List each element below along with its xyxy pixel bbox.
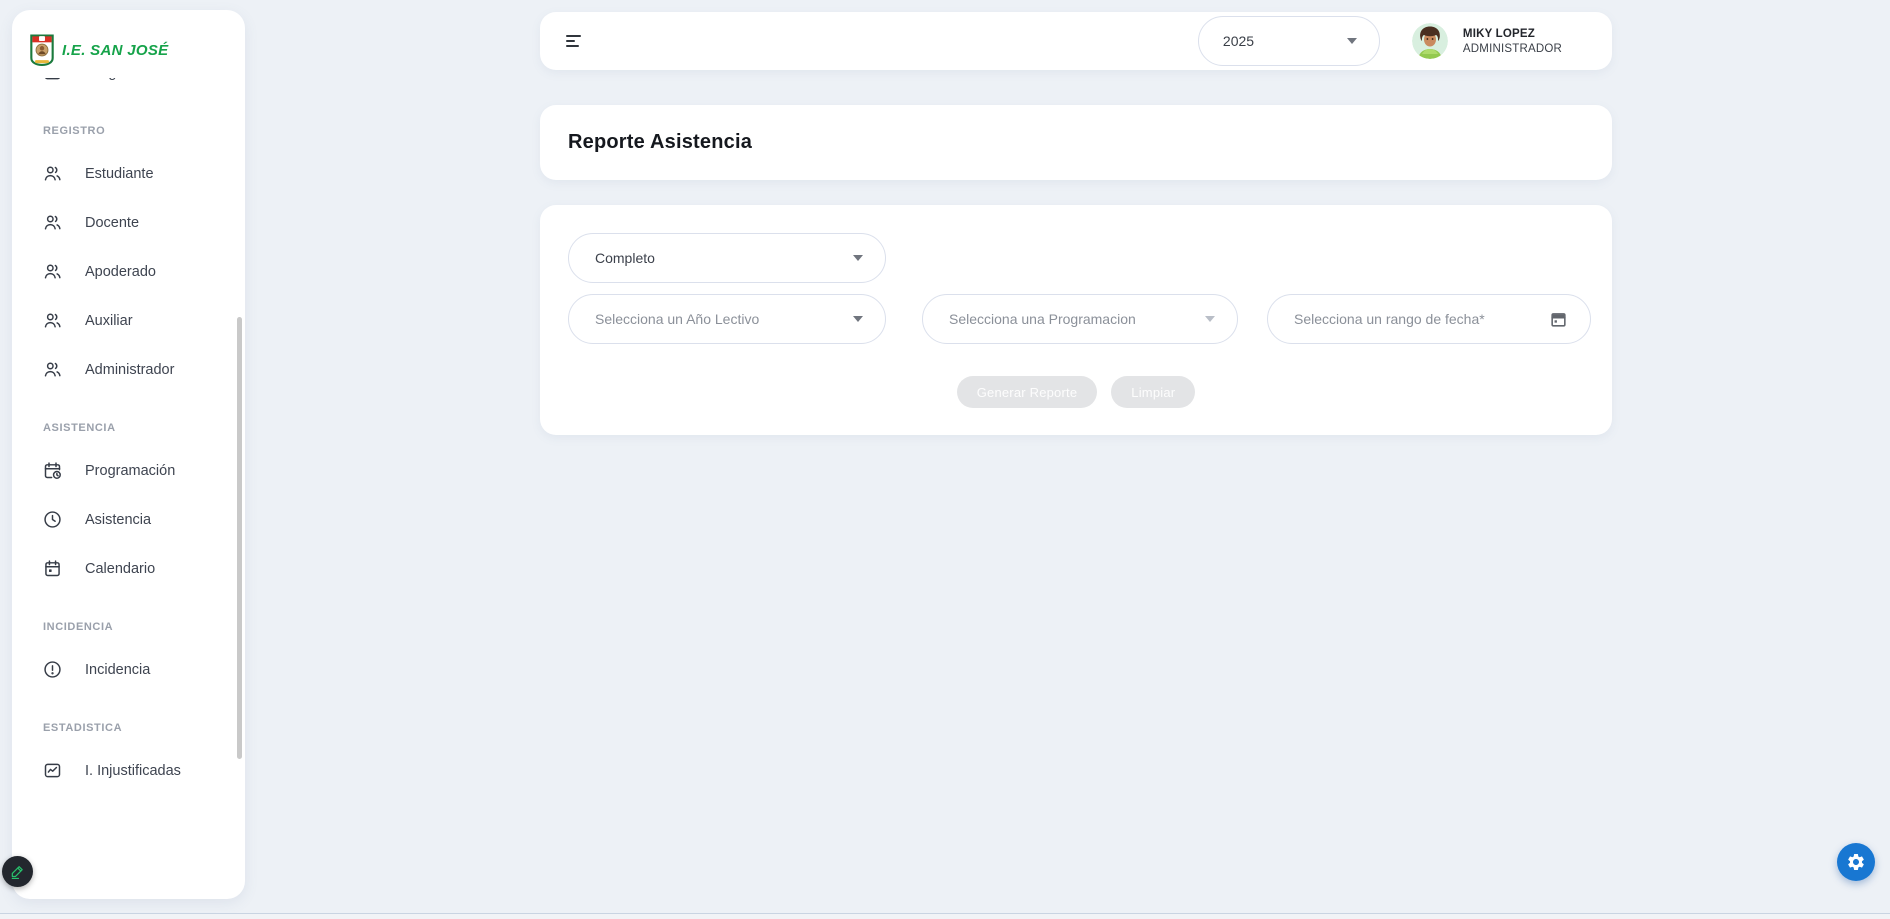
programacion-select[interactable]: Selecciona una Programacion <box>922 294 1238 344</box>
settings-fab-button[interactable] <box>1837 843 1875 881</box>
sidebar-item-auxiliar[interactable]: Auxiliar <box>12 296 245 345</box>
sidebar-item-label: Estudiante <box>85 166 154 182</box>
people-icon <box>42 261 63 282</box>
sidebar: I.E. SAN JOSÉ Cargo REGISTRO Estudiante <box>12 10 245 899</box>
year-lectivo-placeholder: Selecciona un Año Lectivo <box>595 311 759 327</box>
gear-icon <box>1846 852 1866 872</box>
sidebar-item-label: Programación <box>85 463 175 479</box>
avatar <box>1412 23 1448 59</box>
year-select[interactable]: 2025 <box>1198 16 1380 66</box>
date-range-placeholder: Selecciona un rango de fecha* <box>1294 311 1485 327</box>
section-header-estadistica: ESTADISTICA <box>12 722 245 734</box>
school-crest-icon <box>30 34 54 66</box>
year-lectivo-select[interactable]: Selecciona un Año Lectivo <box>568 294 886 344</box>
chevron-down-icon <box>1347 38 1357 44</box>
date-range-input[interactable]: Selecciona un rango de fecha* <box>1267 294 1591 344</box>
sidebar-item-administrador[interactable]: Administrador <box>12 345 245 394</box>
sidebar-item-label: I. Injustificadas <box>85 763 181 779</box>
user-name: MIKY LOPEZ <box>1463 28 1562 40</box>
top-bar: 2025 MIKY LOPEZ ADMINISTRADOR <box>540 12 1612 70</box>
sidebar-item-label: Apoderado <box>85 264 156 280</box>
sidebar-item-cargo[interactable]: Cargo <box>12 78 245 97</box>
sidebar-item-docente[interactable]: Docente <box>12 198 245 247</box>
report-type-select[interactable]: Completo <box>568 233 886 283</box>
calendar-icon[interactable] <box>1549 310 1568 329</box>
report-filter-card: Completo Selecciona un Año Lectivo Selec… <box>540 205 1612 435</box>
people-icon <box>42 310 63 331</box>
alert-circle-icon <box>42 659 63 680</box>
sidebar-item-estudiante[interactable]: Estudiante <box>12 149 245 198</box>
brand-name: I.E. SAN JOSÉ <box>62 42 168 59</box>
people-icon <box>42 163 63 184</box>
menu-toggle-button[interactable] <box>566 35 582 47</box>
pencil-icon <box>9 863 26 880</box>
clock-icon <box>42 509 63 530</box>
brand-logo[interactable]: I.E. SAN JOSÉ <box>12 10 245 72</box>
calendar-icon <box>42 558 63 579</box>
page-title-card: Reporte Asistencia <box>540 105 1612 180</box>
sidebar-item-incidencia[interactable]: Incidencia <box>12 645 245 694</box>
sidebar-item-label: Cargo <box>85 78 125 81</box>
programacion-placeholder: Selecciona una Programacion <box>949 311 1136 327</box>
people-icon <box>42 359 63 380</box>
sidebar-item-label: Auxiliar <box>85 313 133 329</box>
sidebar-item-programacion[interactable]: Programación <box>12 446 245 495</box>
chart-wave-icon <box>42 760 63 781</box>
page-title: Reporte Asistencia <box>568 131 752 154</box>
calendar-clock-icon <box>42 460 63 481</box>
people-icon <box>42 212 63 233</box>
chevron-down-icon <box>853 316 863 322</box>
user-role: ADMINISTRADOR <box>1463 43 1562 55</box>
user-menu[interactable]: MIKY LOPEZ ADMINISTRADOR <box>1412 23 1562 59</box>
chevron-down-icon <box>853 255 863 261</box>
horizontal-scrollbar[interactable] <box>0 913 1890 919</box>
sidebar-scroll-area[interactable]: Cargo REGISTRO Estudiante Docente Apode <box>12 78 245 885</box>
badge-icon <box>42 78 63 83</box>
year-select-value: 2025 <box>1223 33 1254 49</box>
sidebar-scrollbar[interactable] <box>237 317 242 759</box>
devtools-edit-button[interactable] <box>2 856 33 887</box>
sidebar-item-label: Calendario <box>85 561 155 577</box>
sidebar-item-label: Incidencia <box>85 662 150 678</box>
sidebar-item-label: Docente <box>85 215 139 231</box>
clear-button[interactable]: Limpiar <box>1111 376 1195 408</box>
sidebar-item-asistencia[interactable]: Asistencia <box>12 495 245 544</box>
sidebar-item-injustificadas[interactable]: I. Injustificadas <box>12 746 245 795</box>
sidebar-item-label: Administrador <box>85 362 174 378</box>
section-header-registro: REGISTRO <box>12 125 245 137</box>
sidebar-item-calendario[interactable]: Calendario <box>12 544 245 593</box>
report-type-value: Completo <box>595 250 655 266</box>
section-header-asistencia: ASISTENCIA <box>12 422 245 434</box>
generate-report-button[interactable]: Generar Reporte <box>957 376 1098 408</box>
sidebar-item-label: Asistencia <box>85 512 151 528</box>
sidebar-item-apoderado[interactable]: Apoderado <box>12 247 245 296</box>
section-header-incidencia: INCIDENCIA <box>12 621 245 633</box>
hamburger-icon <box>566 35 581 37</box>
chevron-down-icon <box>1205 316 1215 322</box>
